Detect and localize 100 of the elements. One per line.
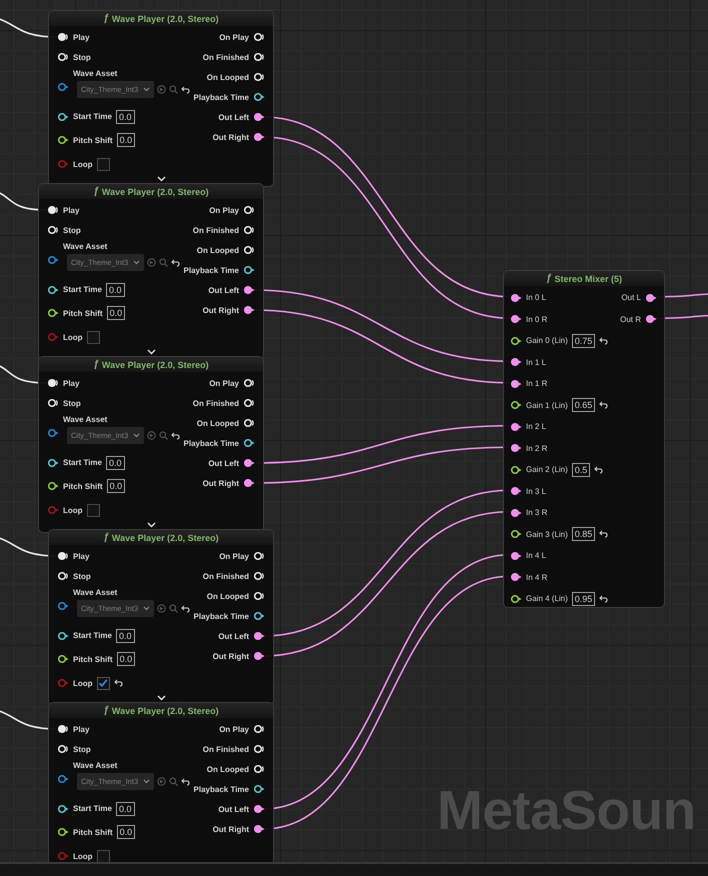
reset-icon[interactable] — [599, 336, 608, 345]
pin-icon[interactable] — [47, 458, 59, 468]
pin-icon[interactable] — [47, 308, 59, 318]
pin-icon[interactable] — [645, 292, 657, 303]
reset-icon[interactable] — [171, 258, 180, 266]
pin-icon[interactable] — [253, 611, 265, 621]
pin-icon[interactable] — [57, 827, 69, 837]
pin-icon[interactable] — [645, 314, 657, 324]
pin-icon[interactable] — [57, 112, 69, 122]
pin-icon[interactable] — [253, 112, 265, 122]
pin-icon[interactable] — [510, 378, 522, 389]
trigger-pin-icon[interactable] — [57, 571, 69, 581]
pin-icon[interactable] — [510, 486, 522, 496]
trigger-pin-icon[interactable] — [253, 551, 265, 561]
value-field[interactable]: 0.0 — [116, 825, 136, 839]
reset-icon[interactable] — [171, 432, 180, 440]
reset-icon[interactable] — [599, 530, 608, 538]
collapse-chevron-icon[interactable] — [147, 349, 156, 355]
collapse-chevron-icon[interactable] — [157, 176, 166, 182]
pin-icon[interactable] — [57, 804, 69, 814]
pin-icon[interactable] — [510, 550, 522, 561]
pin-icon[interactable] — [243, 305, 255, 315]
pin-icon[interactable] — [510, 529, 522, 540]
value-field[interactable]: 0.0 — [116, 110, 134, 124]
pin-icon[interactable] — [243, 438, 255, 448]
loop-checkbox[interactable] — [96, 158, 110, 170]
pin-icon[interactable] — [253, 631, 265, 641]
reset-icon[interactable] — [181, 86, 190, 94]
trigger-pin-icon[interactable] — [47, 378, 59, 388]
reset-icon[interactable] — [114, 679, 123, 687]
pin-icon[interactable] — [510, 422, 522, 432]
reset-icon[interactable] — [599, 401, 608, 410]
trigger-pin-icon[interactable] — [253, 764, 265, 774]
browse-icon[interactable] — [157, 604, 166, 613]
reset-icon[interactable] — [181, 604, 190, 612]
browse-icon[interactable] — [147, 431, 156, 440]
graph-canvas[interactable] — [0, 0, 708, 862]
pin-icon[interactable] — [47, 428, 59, 438]
trigger-pin-icon[interactable] — [253, 72, 265, 82]
pin-icon[interactable] — [57, 82, 69, 92]
value-field[interactable]: 0.0 — [116, 652, 136, 666]
trigger-pin-icon[interactable] — [243, 225, 255, 235]
trigger-pin-icon[interactable] — [57, 32, 69, 42]
pin-icon[interactable] — [47, 254, 59, 264]
pin-icon[interactable] — [253, 804, 265, 814]
trigger-pin-icon[interactable] — [243, 245, 255, 255]
loop-checkbox[interactable] — [96, 850, 110, 862]
browse-icon[interactable] — [147, 258, 156, 267]
pin-icon[interactable] — [510, 594, 522, 604]
pin-icon[interactable] — [243, 265, 255, 275]
trigger-pin-icon[interactable] — [253, 52, 265, 62]
trigger-pin-icon[interactable] — [253, 591, 265, 601]
value-field[interactable]: 0.85 — [572, 527, 596, 542]
trigger-pin-icon[interactable] — [47, 398, 59, 408]
pin-icon[interactable] — [510, 292, 522, 303]
pin-icon[interactable] — [243, 285, 255, 295]
trigger-pin-icon[interactable] — [47, 225, 59, 235]
value-field[interactable]: 0.0 — [106, 479, 126, 493]
pin-icon[interactable] — [253, 132, 265, 142]
value-field[interactable]: 0.65 — [572, 398, 596, 412]
trigger-pin-icon[interactable] — [57, 52, 69, 62]
pin-icon[interactable] — [510, 464, 522, 475]
pin-icon[interactable] — [57, 135, 69, 145]
loop-checkbox[interactable] — [86, 504, 100, 516]
value-field[interactable]: 0.95 — [572, 592, 596, 606]
loop-checkbox[interactable] — [86, 330, 100, 344]
value-field[interactable]: 0.5 — [572, 462, 590, 477]
pin-icon[interactable] — [510, 400, 522, 410]
pin-icon[interactable] — [243, 478, 255, 488]
pin-icon[interactable] — [47, 481, 59, 491]
stereo-mixer-node[interactable]: ƒ Stereo Mixer (5) In 0 L Out L In 0 R Out R Gain 0 (Lin) 0.75 In 1 L In 1 R Gain 1 (Lin) 0.65 In 2 L In 2 R Gain 2 (Lin) 0.5 In 3 L In 3 R Gain 3 (Lin) 0.85 In 4 L In 4 R Gain 4 (Lin) 0.95 — [503, 270, 665, 608]
browse-icon[interactable] — [157, 85, 166, 94]
pin-icon[interactable] — [57, 630, 69, 640]
pin-icon[interactable] — [253, 92, 265, 102]
collapse-chevron-icon[interactable] — [147, 522, 156, 528]
value-field[interactable]: 0.0 — [116, 802, 134, 816]
trigger-pin-icon[interactable] — [253, 32, 265, 42]
pin-icon[interactable] — [510, 508, 522, 518]
pin-icon[interactable] — [253, 824, 265, 834]
trigger-pin-icon[interactable] — [57, 744, 69, 754]
trigger-pin-icon[interactable] — [243, 205, 255, 215]
pin-icon[interactable] — [243, 458, 255, 468]
value-field[interactable]: 0.0 — [116, 133, 136, 147]
trigger-pin-icon[interactable] — [243, 378, 255, 388]
value-field[interactable]: 0.0 — [106, 282, 124, 296]
trigger-pin-icon[interactable] — [253, 571, 265, 581]
trigger-pin-icon[interactable] — [253, 744, 265, 754]
value-field[interactable]: 0.75 — [572, 334, 596, 348]
value-field[interactable]: 0.0 — [106, 456, 124, 470]
pin-icon[interactable] — [57, 600, 69, 610]
pin-icon[interactable] — [510, 572, 522, 582]
pin-icon[interactable] — [57, 654, 69, 664]
pin-icon[interactable] — [253, 651, 265, 661]
loop-checkbox[interactable] — [96, 676, 110, 690]
reset-icon[interactable] — [599, 594, 608, 603]
value-field[interactable]: 0.0 — [106, 306, 126, 320]
browse-icon[interactable] — [157, 777, 166, 786]
pin-icon[interactable] — [510, 357, 522, 368]
trigger-pin-icon[interactable] — [243, 398, 255, 408]
trigger-pin-icon[interactable] — [253, 724, 265, 734]
